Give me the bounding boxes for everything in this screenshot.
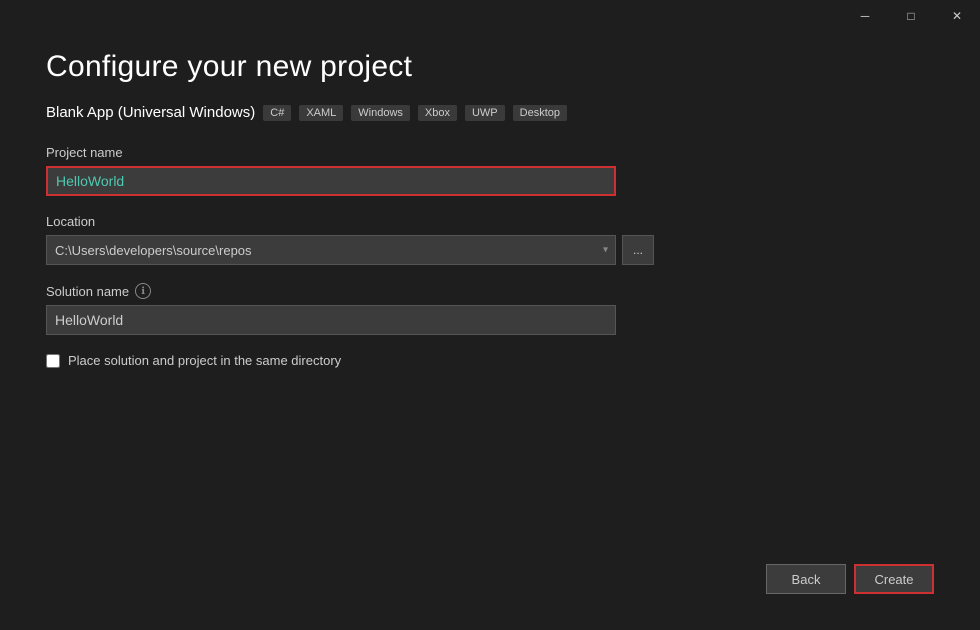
tag-xaml: XAML: [299, 105, 343, 121]
main-content: Configure your new project Blank App (Un…: [0, 0, 980, 630]
tag-csharp: C#: [263, 105, 291, 121]
location-dropdown[interactable]: C:\Users\developers\source\repos: [46, 235, 616, 265]
project-name-label: Project name: [46, 145, 934, 160]
back-button[interactable]: Back: [766, 564, 846, 594]
same-directory-row: Place solution and project in the same d…: [46, 353, 934, 368]
tag-desktop: Desktop: [513, 105, 567, 121]
project-name-field-group: Project name: [46, 145, 934, 196]
bottom-buttons: Back Create: [766, 564, 934, 594]
info-icon[interactable]: ℹ: [135, 283, 151, 299]
solution-name-input[interactable]: [46, 305, 616, 335]
same-directory-label[interactable]: Place solution and project in the same d…: [68, 353, 341, 368]
tag-xbox: Xbox: [418, 105, 457, 121]
subtitle-row: Blank App (Universal Windows) C# XAML Wi…: [46, 104, 934, 121]
create-button[interactable]: Create: [854, 564, 934, 594]
same-directory-checkbox[interactable]: [46, 354, 60, 368]
solution-name-label: Solution name ℹ: [46, 283, 934, 299]
tag-windows: Windows: [351, 105, 410, 121]
browse-button[interactable]: ...: [622, 235, 654, 265]
location-field-group: Location C:\Users\developers\source\repo…: [46, 214, 934, 265]
app-type-label: Blank App (Universal Windows): [46, 104, 255, 121]
page-title: Configure your new project: [46, 50, 934, 84]
location-row: C:\Users\developers\source\repos ▾ ...: [46, 235, 934, 265]
solution-name-field-group: Solution name ℹ: [46, 283, 934, 335]
location-dropdown-wrapper: C:\Users\developers\source\repos ▾: [46, 235, 616, 265]
tag-uwp: UWP: [465, 105, 505, 121]
project-name-input[interactable]: [46, 166, 616, 196]
location-label: Location: [46, 214, 934, 229]
